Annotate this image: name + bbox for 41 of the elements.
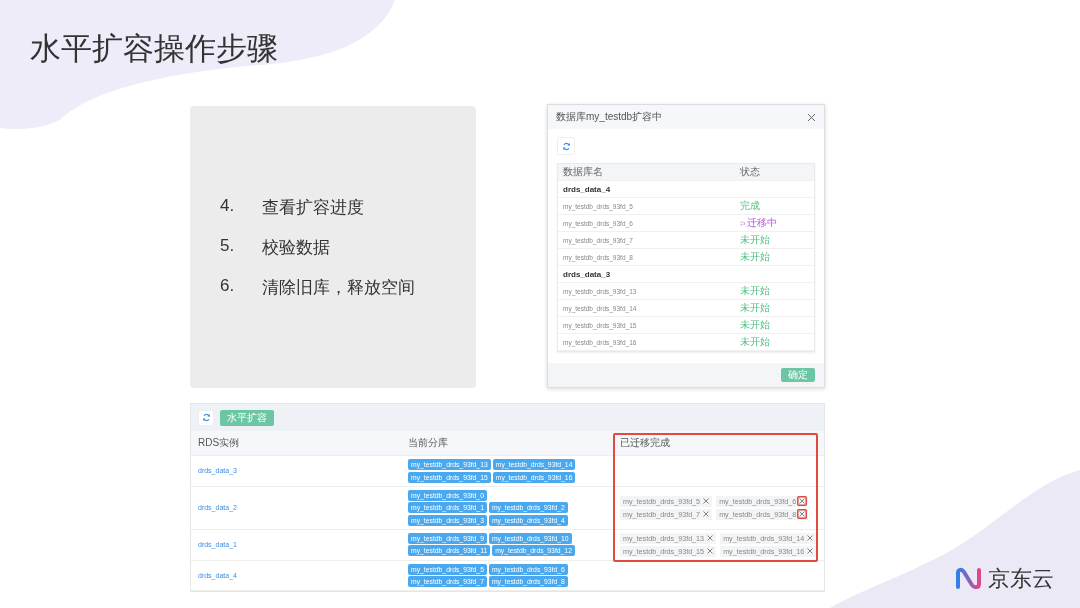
remove-icon[interactable] (797, 509, 808, 519)
column-header: 数据库名 (563, 165, 604, 179)
status-text: 未开始 (740, 233, 770, 247)
status-text: 未开始 (740, 301, 770, 315)
refresh-icon (201, 413, 211, 422)
status-text: 完成 (740, 199, 760, 213)
status-text: 未开始 (740, 250, 770, 264)
logo-text: 京东云 (988, 565, 1054, 593)
scale-out-button[interactable]: 水平扩容 (220, 409, 274, 426)
remove-icon[interactable] (701, 496, 712, 506)
status-text: 未开始 (740, 318, 770, 332)
step-number: 5. (220, 235, 236, 257)
close-icon[interactable] (807, 112, 816, 122)
status-text: 迁移中 (747, 216, 777, 230)
group-name: drds_data_3 (563, 269, 612, 279)
spinner-icon (740, 220, 745, 226)
remove-icon[interactable] (701, 509, 712, 519)
step-text: 清除旧库，释放空间 (262, 276, 415, 299)
status-text: 未开始 (740, 335, 770, 349)
refresh-icon (561, 141, 571, 151)
column-header: 已迁移完成 (613, 431, 824, 456)
step-number: 6. (220, 275, 236, 297)
refresh-button[interactable] (198, 409, 214, 426)
remove-icon[interactable] (705, 546, 716, 556)
remove-icon[interactable] (797, 496, 808, 506)
status-text: 未开始 (740, 284, 770, 298)
column-header: 状态 (740, 165, 761, 179)
remove-icon[interactable] (805, 546, 816, 556)
step-text: 查看扩容进度 (262, 196, 364, 219)
dialog-title: 数据库my_testdb扩容中 (556, 110, 663, 124)
slide-title: 水平扩容操作步骤 (30, 30, 279, 68)
logo-icon (955, 567, 983, 591)
confirm-button[interactable]: 确定 (781, 368, 815, 382)
step-text: 校验数据 (262, 236, 330, 259)
remove-icon[interactable] (805, 533, 816, 543)
group-name: drds_data_4 (563, 184, 612, 194)
step-number: 4. (220, 195, 236, 217)
column-header: RDS实例 (191, 431, 401, 456)
column-header: 当前分库 (401, 431, 613, 456)
remove-icon[interactable] (705, 533, 716, 543)
refresh-button[interactable] (557, 137, 575, 155)
